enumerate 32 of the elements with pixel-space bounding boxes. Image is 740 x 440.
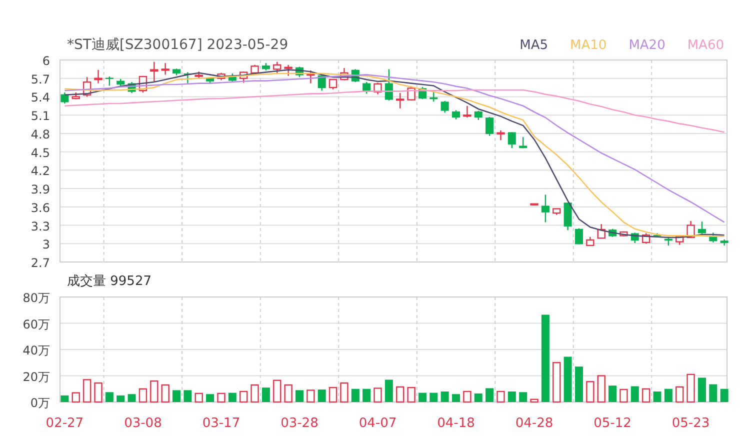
legend-item: MA20 xyxy=(628,38,666,53)
axis-label: 6 xyxy=(42,55,50,68)
axis-label: 20万 xyxy=(22,370,50,384)
axis-label: 3.3 xyxy=(30,219,50,234)
axis-label: 40万 xyxy=(22,344,50,358)
axis-label: 4.8 xyxy=(30,127,50,142)
date-label: 03-28 xyxy=(280,416,318,430)
axis-label: 0万 xyxy=(30,396,50,410)
date-label: 05-23 xyxy=(672,416,710,430)
axis-label: 60万 xyxy=(22,317,50,332)
date-label: 04-07 xyxy=(358,416,397,430)
date-label: 04-28 xyxy=(515,416,554,430)
date-label: 03-08 xyxy=(124,416,162,430)
axis-label: 2.7 xyxy=(30,256,50,267)
chart-title: *ST迪威[SZ300167] 2023-05-29 xyxy=(67,36,288,55)
axis-label: 3.6 xyxy=(30,200,50,215)
legend-item: MA60 xyxy=(687,38,724,53)
axis-label: 3 xyxy=(42,238,50,252)
axis-label: 80万 xyxy=(22,291,50,305)
axis-label: 4.5 xyxy=(30,146,50,160)
date-label: 03-17 xyxy=(202,416,240,430)
date-label: 05-12 xyxy=(594,416,632,430)
axis-label: 4.2 xyxy=(30,164,50,178)
volume-label: 成交量 99527 xyxy=(67,273,152,290)
date-label: 04-18 xyxy=(437,416,475,430)
axis-label: 5.1 xyxy=(30,109,50,124)
axis-label: 3.9 xyxy=(30,182,50,197)
legend-item: MA10 xyxy=(570,38,607,53)
axis-label: 5.4 xyxy=(30,90,50,105)
axis-label: 5.7 xyxy=(30,72,50,86)
date-label: 02-27 xyxy=(46,416,84,430)
legend-item: MA5 xyxy=(520,38,548,53)
